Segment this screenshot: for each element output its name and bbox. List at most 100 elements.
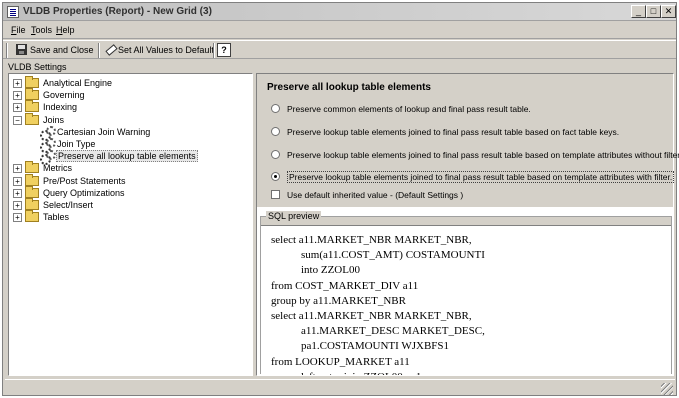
expand-icon[interactable]: + <box>13 103 22 113</box>
minimize-button[interactable]: _ <box>631 5 646 18</box>
tree-item-label: Governing <box>43 90 85 101</box>
tree-item[interactable]: + Tables <box>9 210 249 223</box>
set-all-values-to-default-label: Set All Values to Default <box>118 45 214 55</box>
sql-line: left outer join ZZOL00 pa1 <box>301 371 421 375</box>
tree-item-label: Indexing <box>43 102 78 113</box>
expand-icon[interactable]: + <box>13 201 22 210</box>
sql-preview-group: SQL preview select a11.MARKET_NBR MARKET… <box>260 211 672 375</box>
menu-file[interactable]: File <box>11 25 26 35</box>
expand-icon[interactable]: + <box>13 91 22 101</box>
tree-item[interactable]: Join Type <box>9 138 249 153</box>
expand-icon[interactable]: + <box>13 164 22 174</box>
vldb-properties-window: VLDB Properties (Report) - New Grid (3) … <box>2 2 679 396</box>
expand-icon[interactable]: + <box>13 79 22 88</box>
menu-help[interactable]: Help <box>56 25 75 35</box>
radio-button[interactable] <box>271 150 280 159</box>
tree-item[interactable]: + Governing <box>9 88 249 101</box>
eraser-icon <box>104 44 115 55</box>
window-title: VLDB Properties (Report) - New Grid (3) <box>23 6 212 17</box>
tree-item-label: Query Optimizations <box>43 187 125 198</box>
option-panel: Preserve all lookup table elements Prese… <box>257 74 679 207</box>
gears-icon <box>40 150 56 166</box>
toolbar: Save and Close Set All Values to Default… <box>3 40 676 59</box>
use-default-checkbox[interactable] <box>271 190 280 199</box>
folder-icon <box>25 76 39 88</box>
vldb-settings-label: VLDB Settings <box>8 62 67 72</box>
toolbar-separator <box>213 43 215 58</box>
sql-preview-label: SQL preview <box>266 211 322 221</box>
folder-icon <box>25 210 39 223</box>
settings-tree[interactable]: + Analytical Engine + Governing + Indexing − Jo… <box>8 73 253 376</box>
maximize-button[interactable]: □ <box>646 5 661 18</box>
help-button[interactable]: ? <box>217 43 231 57</box>
menu-tools[interactable]: Tools <box>31 25 52 35</box>
folder-icon <box>25 173 39 186</box>
sql-line: into ZZOL00 <box>301 264 360 277</box>
menu-bar: File Tools Help <box>3 22 676 39</box>
radio-label: Preserve common elements of lookup and f… <box>287 104 531 114</box>
setting-detail-panel: Preserve all lookup table elements Prese… <box>256 73 679 376</box>
tree-item-label: Joins <box>43 114 65 125</box>
radio-label: Preserve lookup table elements joined to… <box>287 150 679 160</box>
app-icon <box>7 6 19 18</box>
save-and-close-label: Save and Close <box>30 45 94 55</box>
folder-icon <box>25 198 39 210</box>
sql-preview-textbox[interactable]: select a11.MARKET_NBR MARKET_NBR, sum(a11… <box>261 225 671 375</box>
tree-item-label: Tables <box>43 212 70 223</box>
option-heading: Preserve all lookup table elements <box>267 82 431 93</box>
sql-line: select a11.MARKET_NBR MARKET_NBR, <box>271 234 472 246</box>
gears-icon <box>40 125 56 141</box>
tree-item-label: Cartesian Join Warning <box>57 126 151 137</box>
radio-button-selected[interactable] <box>271 172 280 181</box>
save-and-close-button[interactable]: Save and Close <box>14 43 96 57</box>
folder-icon <box>25 88 39 101</box>
toolbar-grip <box>6 43 8 58</box>
folder-icon <box>25 112 39 125</box>
tree-item-label: Metrics <box>43 163 72 174</box>
tree-item[interactable]: + Query Optimizations <box>9 185 249 199</box>
sql-line: from COST_MARKET_DIV a11 <box>271 279 419 292</box>
sql-line: a11.MARKET_DESC MARKET_DESC, <box>301 325 485 338</box>
collapse-icon[interactable]: − <box>13 115 22 125</box>
sql-line: from LOOKUP_MARKET a11 <box>271 355 410 368</box>
radio-button[interactable] <box>271 104 280 113</box>
tree-item-label: Select/Insert <box>43 200 94 210</box>
tree-item[interactable]: − Joins <box>9 112 249 126</box>
sql-line: select a11.MARKET_NBR MARKET_NBR, <box>271 310 472 322</box>
tree-item-label: Preserve all lookup table elements <box>56 150 198 163</box>
sql-line: group by a11.MARKET_NBR <box>271 294 406 307</box>
folder-icon <box>25 185 39 198</box>
tree-item[interactable]: Cartesian Join Warning <box>9 125 249 141</box>
radio-button[interactable] <box>271 127 280 136</box>
title-bar[interactable]: VLDB Properties (Report) - New Grid (3) … <box>3 3 676 21</box>
tree-item[interactable]: Preserve all lookup table elements <box>9 150 249 166</box>
tree-item[interactable]: + Analytical Engine <box>9 76 249 89</box>
tree-item-label: Pre/Post Statements <box>43 175 126 186</box>
menu-tools-label: ools <box>35 25 53 35</box>
checkbox-label: Use default inherited value - (Default S… <box>287 190 464 200</box>
status-bar <box>5 379 675 395</box>
folder-icon <box>25 161 39 174</box>
expand-icon[interactable]: + <box>13 176 22 186</box>
tree-item[interactable]: + Indexing <box>9 100 249 113</box>
sql-line: sum(a11.COST_AMT) COSTAMOUNTI <box>301 249 485 262</box>
tree-item[interactable]: + Pre/Post Statements <box>9 173 249 187</box>
menu-help-label: elp <box>62 25 75 35</box>
radio-label: Preserve lookup table elements joined to… <box>287 171 675 183</box>
tree-item-label: Join Type <box>57 139 96 149</box>
toolbar-separator <box>98 43 100 58</box>
folder-icon <box>25 100 39 113</box>
expand-icon[interactable]: + <box>13 213 22 223</box>
tree-item[interactable]: + Metrics <box>9 161 249 174</box>
set-all-values-to-default-button[interactable]: Set All Values to Default <box>102 43 214 57</box>
expand-icon[interactable]: + <box>13 188 22 198</box>
close-button[interactable]: ✕ <box>661 5 676 18</box>
sql-line: pa1.COSTAMOUNTI WJXBFS1 <box>301 340 450 353</box>
floppy-disk-icon <box>16 44 27 55</box>
tree-item-label: Analytical Engine <box>43 78 113 88</box>
resize-grip[interactable] <box>661 383 673 395</box>
menu-file-label: ile <box>16 25 26 35</box>
gears-icon <box>40 138 56 153</box>
tree-item[interactable]: + Select/Insert <box>9 198 249 211</box>
help-icon: ? <box>217 43 231 57</box>
